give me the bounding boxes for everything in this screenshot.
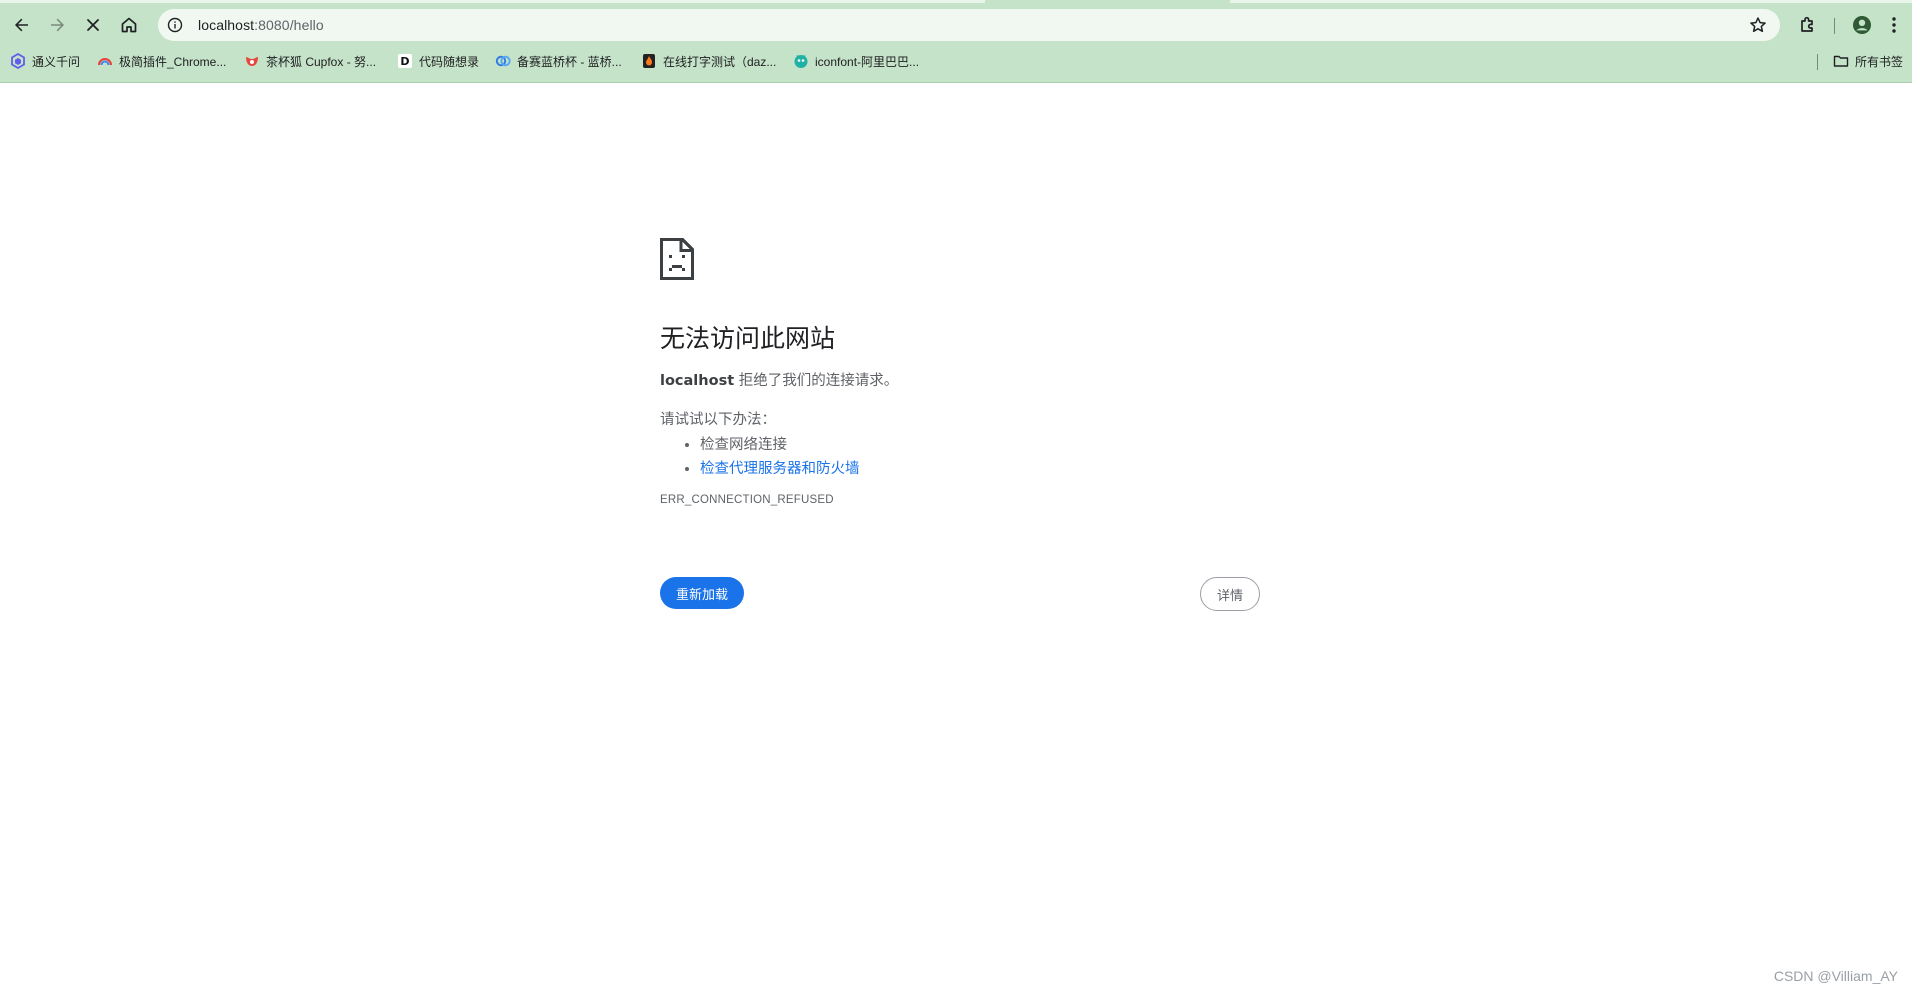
cupfox-icon	[244, 53, 260, 69]
home-icon	[121, 17, 137, 33]
bookmark-label: 极简插件_Chrome...	[119, 54, 227, 69]
suggestions-list: 检查网络连接 检查代理服务器和防火墙	[660, 433, 1260, 481]
bookmark-label: 备赛蓝桥杯 - 蓝桥...	[517, 54, 622, 69]
sad-document-icon	[660, 238, 694, 280]
menu-button[interactable]	[1880, 8, 1908, 42]
watermark: CSDN @Villiam_AY	[1773, 968, 1898, 984]
all-bookmarks-button[interactable]: 所有书签	[1833, 49, 1903, 73]
error-summary: localhost 拒绝了我们的连接请求。	[660, 371, 1260, 391]
bookmarks-divider	[1817, 54, 1818, 70]
bookmark-label: 代码随想录	[419, 54, 480, 69]
puzzle-icon	[1801, 16, 1813, 32]
suggestion-item: 检查代理服务器和防火墙	[700, 457, 1260, 481]
folder-icon	[1833, 53, 1849, 69]
toolbar-divider	[1834, 18, 1835, 34]
bookmark-label: 通义千问	[32, 54, 81, 69]
error-title: 无法访问此网站	[660, 324, 836, 353]
flame-icon	[641, 53, 657, 69]
bookmark-item[interactable]: 通义千问	[10, 49, 80, 73]
back-button[interactable]	[5, 8, 39, 42]
suggestion-check-network: 检查网络连接	[700, 437, 787, 453]
error-page: 无法访问此网站 localhost 拒绝了我们的连接请求。 请试试以下办法： 检…	[660, 238, 1260, 506]
star-icon	[1750, 17, 1766, 33]
reload-button[interactable]: 重新加载	[660, 577, 744, 609]
inactive-tab-edge	[1230, 0, 1912, 3]
bookmark-label: 茶杯狐 Cupfox - 努...	[266, 54, 377, 69]
back-arrow-icon	[15, 18, 28, 32]
tongyi-icon	[10, 53, 26, 69]
close-x-icon	[87, 19, 99, 31]
bookmark-star-button[interactable]	[1746, 13, 1770, 37]
url-path: :8080/hello	[254, 17, 324, 33]
rainbow-icon	[97, 53, 113, 69]
bookmarks-bar: 通义千问 极简插件_Chrome... 茶杯狐 Cupfox - 努... D …	[0, 49, 1912, 75]
extensions-button[interactable]	[1791, 8, 1825, 42]
bookmark-item[interactable]: 极简插件_Chrome...	[97, 49, 226, 73]
forward-button[interactable]	[40, 8, 74, 42]
error-host: localhost	[660, 373, 735, 389]
address-bar[interactable]: localhost:8080/hello	[158, 9, 1780, 41]
details-button[interactable]: 详情	[1200, 577, 1260, 611]
browser-chrome: localhost:8080/hello 通义千问 极简插件_Chrome...…	[0, 0, 1912, 83]
all-bookmarks-label: 所有书签	[1855, 54, 1904, 69]
bookmark-item[interactable]: D 代码随想录	[397, 49, 479, 73]
bookmark-item[interactable]: iconfont-阿里巴巴...	[793, 49, 919, 73]
profile-button[interactable]	[1845, 8, 1879, 42]
active-tab-edge	[0, 0, 985, 3]
info-circle-icon	[167, 17, 183, 33]
suggestion-item: 检查网络连接	[700, 433, 1260, 457]
bookmark-item[interactable]: 茶杯狐 Cupfox - 努...	[244, 49, 376, 73]
site-info-button[interactable]	[162, 12, 188, 38]
lanqiao-icon	[495, 53, 511, 69]
bookmark-label: iconfont-阿里巴巴...	[815, 54, 920, 69]
forward-arrow-icon	[51, 18, 64, 32]
suggestion-check-proxy-link[interactable]: 检查代理服务器和防火墙	[700, 461, 860, 477]
avatar-icon	[1853, 16, 1871, 34]
more-vert-icon	[1892, 17, 1896, 33]
bookmark-item[interactable]: 备赛蓝桥杯 - 蓝桥...	[495, 49, 622, 73]
url-host: localhost	[198, 17, 255, 33]
iconfont-icon	[793, 53, 809, 69]
error-code: ERR_CONNECTION_REFUSED	[660, 494, 834, 506]
d-letter-icon: D	[397, 53, 413, 69]
url-text[interactable]: localhost:8080/hello	[198, 17, 324, 33]
toolbar: localhost:8080/hello	[0, 5, 1912, 45]
tab-strip-edge	[0, 0, 1912, 3]
error-summary-text: 拒绝了我们的连接请求。	[734, 373, 899, 389]
home-button[interactable]	[112, 8, 146, 42]
suggestions-heading: 请试试以下办法：	[660, 412, 776, 428]
svg-text:D: D	[400, 55, 409, 68]
stop-loading-button[interactable]	[76, 8, 110, 42]
bookmark-item[interactable]: 在线打字测试（daz...	[641, 49, 776, 73]
bookmark-label: 在线打字测试（daz...	[663, 54, 777, 69]
